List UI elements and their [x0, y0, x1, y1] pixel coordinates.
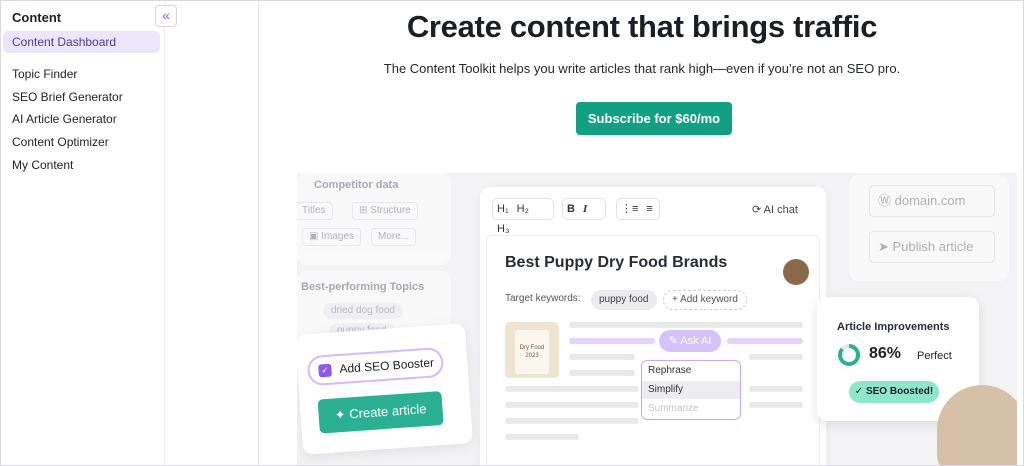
sidebar-item-topic-finder[interactable]: Topic Finder — [12, 67, 77, 81]
ai-action-menu: Rephrase Simplify Summarize — [641, 360, 741, 420]
publish-article-button: ➤ Publish article — [869, 231, 995, 263]
subscribe-button[interactable]: Subscribe for $60/mo — [576, 102, 732, 135]
chip-structure: ⊞ Structure — [352, 202, 418, 220]
sidebar-nav: Content Content Dashboard Topic Finder S… — [1, 1, 165, 465]
check-icon: ✓ — [854, 386, 866, 397]
seo-booster-toggle: ✓ Add SEO Booster — [306, 346, 445, 387]
topics-heading: Best-performing Topics — [301, 281, 425, 293]
ai-chat-label: ⟳ AI chat — [752, 204, 798, 216]
food-bag-image: Dry Food 2023 — [505, 322, 559, 378]
sidebar-item-label: Content Dashboard — [12, 35, 117, 49]
page-subtitle: The Content Toolkit helps you write arti… — [383, 61, 901, 76]
text-line — [505, 418, 639, 424]
chevrons-left-icon: « — [162, 7, 170, 23]
keyword-chip: puppy food — [591, 290, 657, 310]
sidebar-item-content-optimizer[interactable]: Content Optimizer — [12, 135, 109, 149]
chip-more: More... — [371, 228, 417, 246]
kibble-image — [783, 259, 809, 285]
text-line — [505, 386, 639, 392]
domain-field: Ⓦ domain.com — [869, 185, 995, 217]
chip-titles: Titles — [297, 202, 333, 220]
score-value: 86% — [869, 345, 902, 362]
editor-sheet: Best Puppy Dry Food Brands Target keywor… — [486, 235, 820, 465]
list-buttons: ⋮≡ ≡ — [616, 198, 660, 220]
text-line — [569, 322, 803, 328]
highlight-line — [727, 338, 803, 344]
wordpress-icon: Ⓦ — [878, 193, 895, 208]
improvements-heading: Article Improvements — [837, 321, 950, 333]
menu-item-simplify[interactable]: Simplify — [642, 381, 740, 399]
text-line — [569, 370, 635, 376]
page-title: Create content that brings traffic — [406, 9, 878, 44]
sparkle-pen-icon: ✎ — [668, 335, 681, 347]
refresh-icon: ⟳ — [752, 204, 764, 216]
sidebar-item-ai-article-generator[interactable]: AI Article Generator — [12, 112, 117, 126]
text-line — [749, 354, 803, 360]
sidebar-item-seo-brief-generator[interactable]: SEO Brief Generator — [12, 90, 123, 104]
text-line — [749, 402, 803, 408]
text-line — [505, 434, 579, 440]
bullet-list-icon: ≡ — [646, 203, 653, 215]
create-article-button: ✦ Create article — [317, 391, 444, 434]
sparkle-icon: ✦ — [334, 406, 350, 423]
keywords-label: Target keywords: — [505, 293, 581, 304]
numbered-list-icon: ⋮≡ — [621, 203, 639, 215]
image-icon: ▣ — [309, 231, 322, 242]
text-line — [505, 402, 639, 408]
sidebar: Content Content Dashboard Topic Finder S… — [1, 1, 259, 465]
text-line — [569, 354, 635, 360]
collapse-sidebar-button[interactable]: « — [155, 5, 177, 27]
editor-card: H₁ H₂H₃ BI ⋮≡ ≡ ⟳ AI chat Best Puppy Dry F… — [480, 187, 826, 465]
send-icon: ➤ — [878, 239, 893, 254]
app-window: Content Content Dashboard Topic Finder S… — [0, 0, 1024, 466]
product-illustration: Competitor data Titles ⊞ Structure ▣ Ima… — [297, 173, 1017, 465]
topic-tag: dried dog food — [323, 303, 403, 319]
highlight-line — [569, 338, 655, 344]
menu-item-summarize[interactable]: Summarize — [648, 403, 699, 414]
competitor-heading: Competitor data — [314, 179, 399, 191]
article-title: Best Puppy Dry Food Brands — [505, 254, 728, 271]
add-keyword-chip: + Add keyword — [663, 290, 747, 310]
structure-icon: ⊞ — [359, 205, 371, 216]
score-label: Perfect — [917, 350, 952, 362]
text-line — [749, 386, 803, 392]
score-ring — [838, 344, 860, 366]
menu-item-rephrase[interactable]: Rephrase — [648, 365, 691, 376]
sidebar-title: Content — [12, 10, 62, 25]
sidebar-item-content-dashboard[interactable]: Content Dashboard — [3, 31, 160, 53]
seo-boosted-badge: ✓ SEO Boosted! — [849, 381, 939, 403]
sidebar-item-my-content[interactable]: My Content — [12, 158, 73, 172]
checkbox-icon: ✓ — [318, 363, 333, 378]
competitor-data-card: Competitor data Titles ⊞ Structure ▣ Ima… — [297, 173, 451, 265]
heading-buttons: H₁ H₂H₃ — [492, 198, 554, 235]
seo-booster-card: ✓ Add SEO Booster ✦ Create article — [297, 323, 473, 455]
chip-images: ▣ Images — [302, 228, 362, 246]
ask-ai-button[interactable]: ✎ Ask AI — [659, 330, 721, 352]
format-buttons: BI — [562, 198, 606, 220]
publish-card: Ⓦ domain.com ➤ Publish article — [849, 175, 1009, 281]
